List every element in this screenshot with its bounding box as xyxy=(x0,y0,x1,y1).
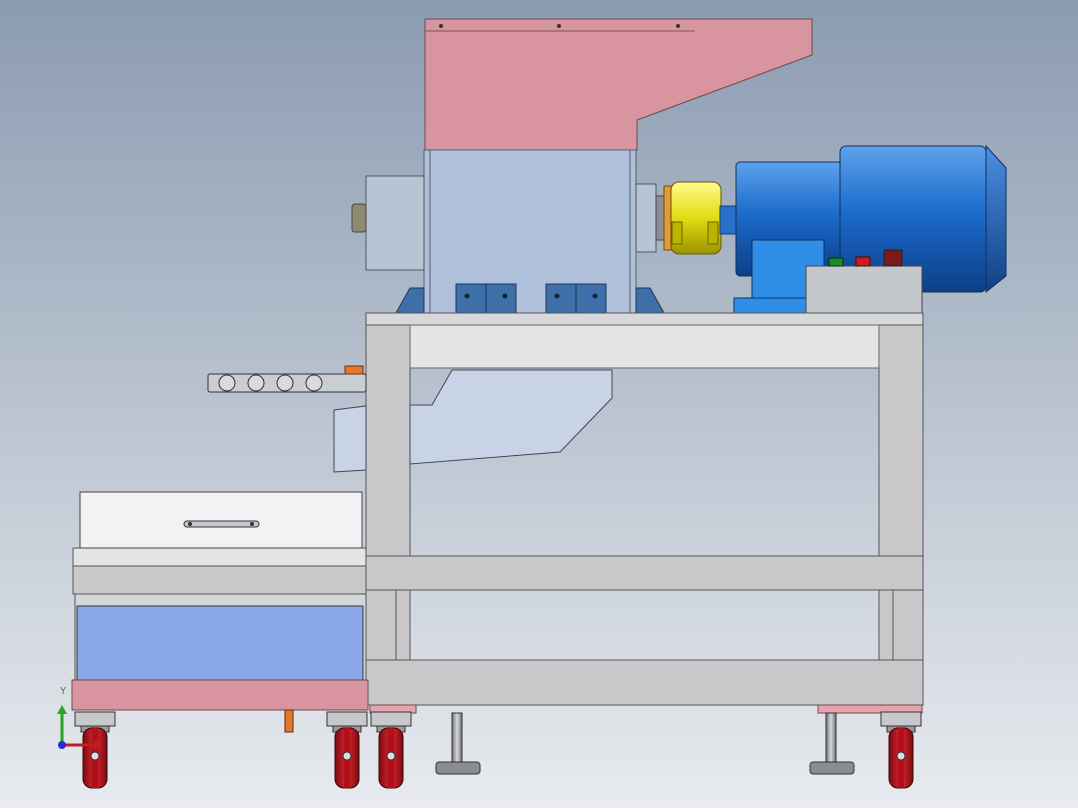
triad-y-label: Y xyxy=(60,686,67,697)
cad-viewport[interactable]: Y xyxy=(0,0,1078,808)
machine-side-view xyxy=(0,0,1078,808)
collection-bin[interactable] xyxy=(71,547,369,711)
drawer[interactable] xyxy=(79,491,363,549)
